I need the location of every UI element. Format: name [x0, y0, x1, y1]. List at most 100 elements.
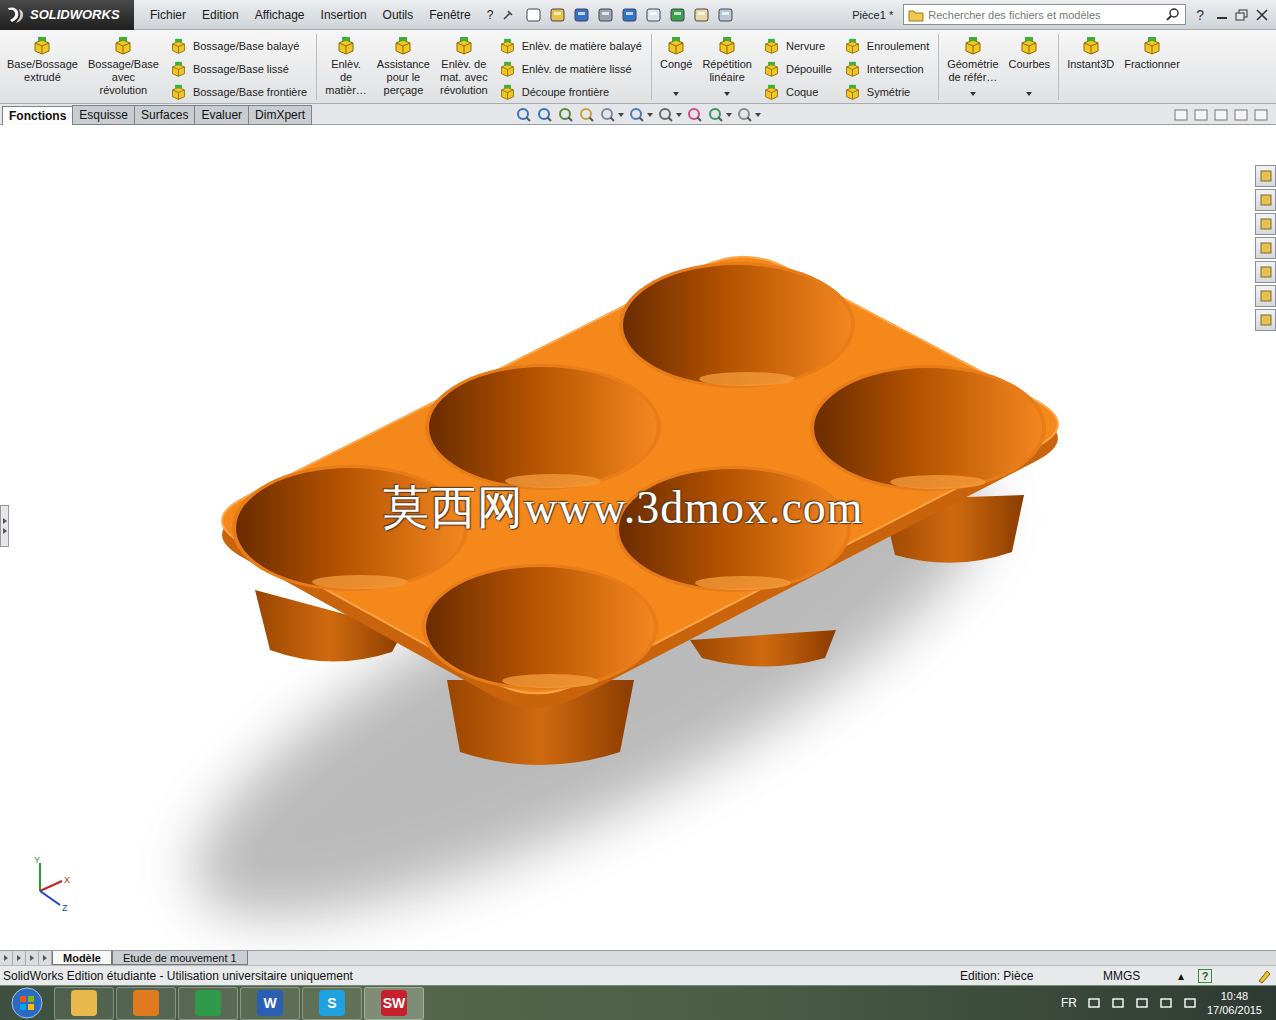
ribbon-small-button[interactable]: Bossage/Base balayé [170, 36, 307, 56]
heads-up-button[interactable] [516, 107, 532, 123]
heads-up-button[interactable] [687, 107, 703, 123]
task-pane-button[interactable] [1255, 261, 1276, 283]
dropdown-caret-icon[interactable] [726, 113, 732, 117]
ribbon-large-button[interactable]: Congé [657, 34, 695, 100]
ribbon-small-button[interactable]: Bossage/Base lissé [170, 59, 307, 79]
heads-up-button[interactable] [708, 107, 732, 123]
task-pane-button[interactable] [1255, 189, 1276, 211]
taskbar-app[interactable] [116, 987, 176, 1020]
ribbon-small-button[interactable]: Enlèv. de matière lissé [499, 59, 642, 79]
heads-up-button[interactable] [658, 107, 682, 123]
split-vertical-icon[interactable] [1194, 109, 1208, 121]
previous-view-icon[interactable] [558, 107, 574, 123]
help-button[interactable]: ? [1186, 7, 1208, 23]
open-icon[interactable] [549, 6, 567, 24]
heads-up-button[interactable] [558, 107, 574, 123]
dropdown-caret-icon[interactable] [755, 113, 761, 117]
windows-icon[interactable] [1111, 996, 1125, 1010]
ribbon-small-button[interactable]: Enlèv. de matière balayé [499, 36, 642, 56]
file-properties-icon[interactable] [693, 6, 711, 24]
taskbar-app[interactable]: SW [364, 987, 424, 1020]
close-icon[interactable] [1254, 8, 1270, 22]
pin-icon[interactable] [501, 8, 515, 22]
ribbon-large-button[interactable]: Instant3D [1064, 34, 1117, 100]
bottom-tab[interactable]: Etude de mouvement 1 [112, 951, 248, 965]
task-pane-button[interactable] [1255, 309, 1276, 331]
taskbar-app[interactable]: W [240, 987, 300, 1020]
minimize-view-icon[interactable] [1214, 109, 1228, 121]
clock[interactable]: 10:4817/06/2015 [1207, 989, 1262, 1017]
zoom-fit-icon[interactable] [516, 107, 532, 123]
restore-view-icon[interactable] [1234, 109, 1248, 121]
dropdown-caret-icon[interactable] [970, 92, 976, 96]
command-tab[interactable]: Surfaces [134, 105, 195, 125]
task-pane-button[interactable] [1255, 165, 1276, 187]
feature-manager-handle[interactable] [0, 505, 9, 547]
command-tab[interactable]: Evaluer [194, 105, 249, 125]
menu-item[interactable]: Fenêtre [421, 8, 478, 22]
ribbon-large-button[interactable]: Base/Bossageextrudé [4, 34, 81, 100]
display-style-icon[interactable] [658, 107, 674, 123]
taskbar-app[interactable] [54, 987, 114, 1020]
appearance-icon[interactable] [687, 107, 703, 123]
options-icon[interactable] [717, 6, 735, 24]
ribbon-large-button[interactable]: Enlèv. demat. avecrévolution [437, 34, 491, 100]
rebuild-pencil-icon[interactable] [1256, 968, 1272, 984]
minimize-icon[interactable] [1214, 8, 1230, 22]
ribbon-small-button[interactable]: Enroulement [844, 36, 929, 56]
dropdown-caret-icon[interactable] [618, 113, 624, 117]
close-view-icon[interactable] [1254, 109, 1268, 121]
command-tab[interactable]: Fonctions [2, 106, 73, 125]
taskbar-app[interactable]: S [302, 987, 362, 1020]
menu-item[interactable]: Edition [194, 8, 247, 22]
ribbon-large-button[interactable]: Fractionner [1121, 34, 1183, 100]
tab-scroll-button[interactable] [0, 951, 13, 965]
view-settings-icon[interactable] [737, 107, 753, 123]
status-help[interactable]: ? [1198, 969, 1212, 983]
task-pane-button[interactable] [1255, 237, 1276, 259]
muffin-tray-model[interactable] [0, 125, 1276, 950]
units-arrow[interactable]: ▴ [1178, 969, 1188, 983]
tab-scroll-button[interactable] [39, 951, 52, 965]
network-icon[interactable] [1159, 996, 1173, 1010]
command-tab[interactable]: DimXpert [248, 105, 312, 125]
menu-item[interactable]: Insertion [313, 8, 375, 22]
ribbon-small-button[interactable]: Bossage/Base frontière [170, 82, 307, 102]
command-tab[interactable]: Esquisse [72, 105, 135, 125]
ribbon-large-button[interactable]: Enlèv.dematièr… [322, 34, 370, 100]
ribbon-small-button[interactable]: Intersection [844, 59, 929, 79]
dropdown-caret-icon[interactable] [1026, 92, 1032, 96]
language-indicator[interactable]: FR [1061, 996, 1077, 1010]
bottom-tab[interactable]: Modèle [52, 951, 112, 965]
heads-up-button[interactable] [600, 107, 624, 123]
menu-item[interactable]: Affichage [247, 8, 313, 22]
ribbon-small-button[interactable]: Coque [763, 82, 832, 102]
heads-up-button[interactable] [629, 107, 653, 123]
undo-icon[interactable] [621, 6, 639, 24]
ribbon-large-button[interactable]: Assistancepour leperçage [374, 34, 433, 100]
menu-item[interactable]: Fichier [142, 8, 194, 22]
ribbon-large-button[interactable]: Géométriede référ… [944, 34, 1001, 100]
heads-up-button[interactable] [737, 107, 761, 123]
unit-system[interactable]: MMGS [1103, 969, 1178, 983]
volume-icon[interactable] [1183, 996, 1197, 1010]
search-icon[interactable] [1165, 7, 1181, 23]
tab-scroll-button[interactable] [13, 951, 26, 965]
heads-up-button[interactable] [579, 107, 595, 123]
task-pane-button[interactable] [1255, 213, 1276, 235]
print-icon[interactable] [597, 6, 615, 24]
split-horizontal-icon[interactable] [1174, 109, 1188, 121]
ribbon-small-button[interactable]: Dépouille [763, 59, 832, 79]
dropdown-caret-icon[interactable] [647, 113, 653, 117]
dropdown-caret-icon[interactable] [676, 113, 682, 117]
rebuild-icon[interactable] [669, 6, 687, 24]
menu-item[interactable]: Outils [375, 8, 422, 22]
ribbon-small-button[interactable]: Découpe frontière [499, 82, 642, 102]
task-pane-button[interactable] [1255, 285, 1276, 307]
search-field[interactable]: Rechercher des fichiers et modèles [903, 4, 1186, 25]
start-button[interactable] [0, 987, 54, 1019]
tab-scroll-button[interactable] [26, 951, 39, 965]
ribbon-small-button[interactable]: Nervure [763, 36, 832, 56]
restore-icon[interactable] [1234, 8, 1250, 22]
dropdown-caret-icon[interactable] [724, 92, 730, 96]
